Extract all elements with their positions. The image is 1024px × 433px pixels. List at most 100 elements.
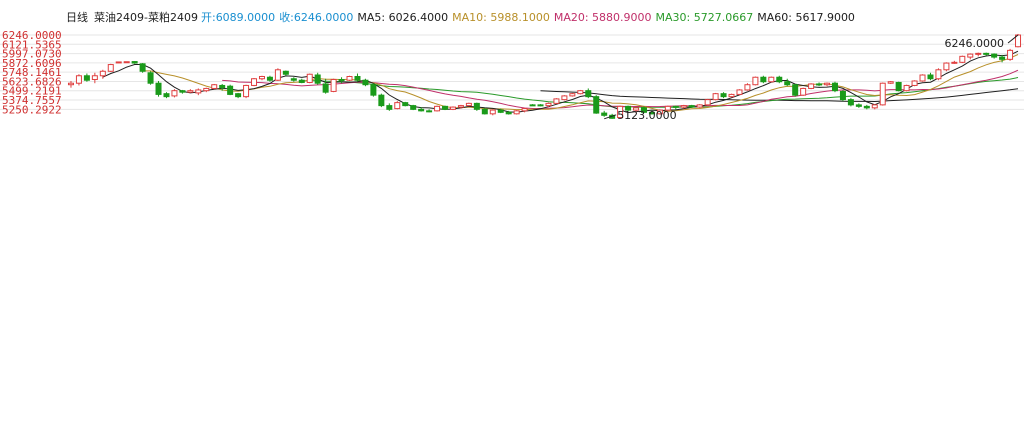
candle-98	[847, 98, 854, 107]
candle-body-109	[935, 69, 942, 80]
candle-body-80	[704, 99, 711, 106]
candle-body-78	[688, 105, 695, 108]
candle-body-83	[728, 93, 735, 98]
candle-99	[855, 103, 862, 108]
candle-61	[553, 98, 560, 105]
candle-116	[991, 53, 998, 59]
candle-91	[792, 83, 799, 97]
candle-102	[879, 82, 886, 106]
open-value: 6089.0000	[216, 11, 276, 24]
candle-6	[115, 61, 122, 64]
candle-body-81	[712, 93, 719, 101]
candle-body-91	[792, 84, 799, 96]
candle-38	[370, 83, 377, 97]
candle-body-6	[115, 61, 122, 64]
candle-body-55	[505, 111, 512, 115]
candle-62	[561, 95, 568, 101]
open-label: 开:	[201, 11, 216, 24]
candle-66	[593, 95, 600, 114]
candle-body-94	[816, 83, 823, 86]
candle-103	[887, 80, 894, 84]
candle-body-51	[473, 102, 480, 110]
candle-body-2	[83, 75, 90, 81]
candle-body-48	[449, 106, 456, 110]
y-tick-label-8: 5250.2922	[2, 103, 62, 116]
candle-30	[306, 73, 313, 84]
candle-108	[927, 72, 934, 81]
candle-body-93	[808, 83, 815, 89]
ma-label-2: MA20:	[554, 11, 589, 24]
candle-27	[282, 70, 289, 76]
candle-body-38	[370, 84, 377, 96]
candle-95	[824, 82, 831, 87]
candle-body-103	[887, 81, 894, 84]
candle-body-21	[235, 93, 242, 98]
candle-body-96	[831, 82, 838, 92]
candle-body-47	[442, 105, 449, 110]
ma-value-2: 5880.9000	[589, 11, 652, 24]
ma-value-4: 5617.9000	[792, 11, 855, 24]
candle-82	[720, 92, 727, 99]
candle-body-100	[863, 105, 870, 109]
candle-17	[203, 87, 210, 93]
candle-body-10	[147, 72, 154, 84]
candle-88	[768, 76, 775, 83]
candlestick-chart: 6246.00006121.53655997.07305872.60965748…	[0, 10, 1024, 122]
candle-body-13	[171, 90, 178, 97]
ma-value-3: 5727.0667	[690, 11, 753, 24]
candle-79	[696, 104, 703, 108]
candle-35	[346, 75, 353, 81]
candle-body-26	[274, 69, 281, 81]
candle-body-82	[720, 93, 727, 98]
candle-body-19	[219, 84, 226, 89]
candle-body-5	[107, 64, 114, 72]
candle-body-29	[298, 79, 305, 83]
candle-33	[330, 78, 337, 93]
candle-body-45	[426, 110, 433, 113]
candle-body-22	[243, 84, 250, 98]
candle-24	[258, 75, 265, 81]
candle-body-9	[139, 63, 146, 72]
candle-body-61	[553, 98, 560, 104]
candle-body-111	[951, 61, 958, 64]
candle-body-87	[760, 76, 767, 83]
candle-body-44	[418, 108, 425, 112]
candle-4	[99, 69, 106, 79]
candle-97	[839, 89, 846, 102]
candle-85	[744, 83, 751, 91]
candle-5	[107, 63, 114, 73]
candle-body-42	[402, 102, 409, 107]
ma30-line	[301, 77, 1019, 108]
candle-67	[601, 110, 608, 117]
candle-42	[402, 101, 409, 107]
candle-body-102	[879, 82, 886, 106]
candle-body-84	[736, 89, 743, 95]
candle-9	[139, 63, 146, 73]
candle-20	[227, 84, 234, 96]
close-label: 收:	[279, 10, 294, 24]
candle-body-43	[410, 105, 417, 110]
candle-78	[688, 104, 695, 108]
candle-56	[513, 110, 520, 115]
candle-112	[959, 55, 966, 64]
candle-body-76	[672, 105, 679, 108]
candle-65	[585, 88, 592, 99]
candle-body-116	[991, 53, 998, 58]
candle-body-89	[776, 76, 783, 83]
candle-18	[211, 83, 218, 90]
candle-body-113	[967, 53, 974, 58]
candle-81	[712, 92, 719, 101]
candle-14	[179, 89, 186, 94]
annotations: 6246.0000 5123.0000	[604, 34, 1019, 122]
candle-59	[537, 104, 544, 107]
candle-body-12	[163, 93, 170, 98]
candle-body-86	[752, 76, 759, 86]
candle-41	[394, 101, 401, 110]
candle-body-27	[282, 70, 289, 75]
candle-body-104	[895, 81, 902, 92]
candle-body-95	[824, 82, 831, 86]
candle-22	[243, 84, 250, 99]
ma-label-4: MA60:	[757, 11, 792, 24]
candle-body-115	[983, 52, 990, 55]
candle-body-60	[545, 102, 552, 107]
